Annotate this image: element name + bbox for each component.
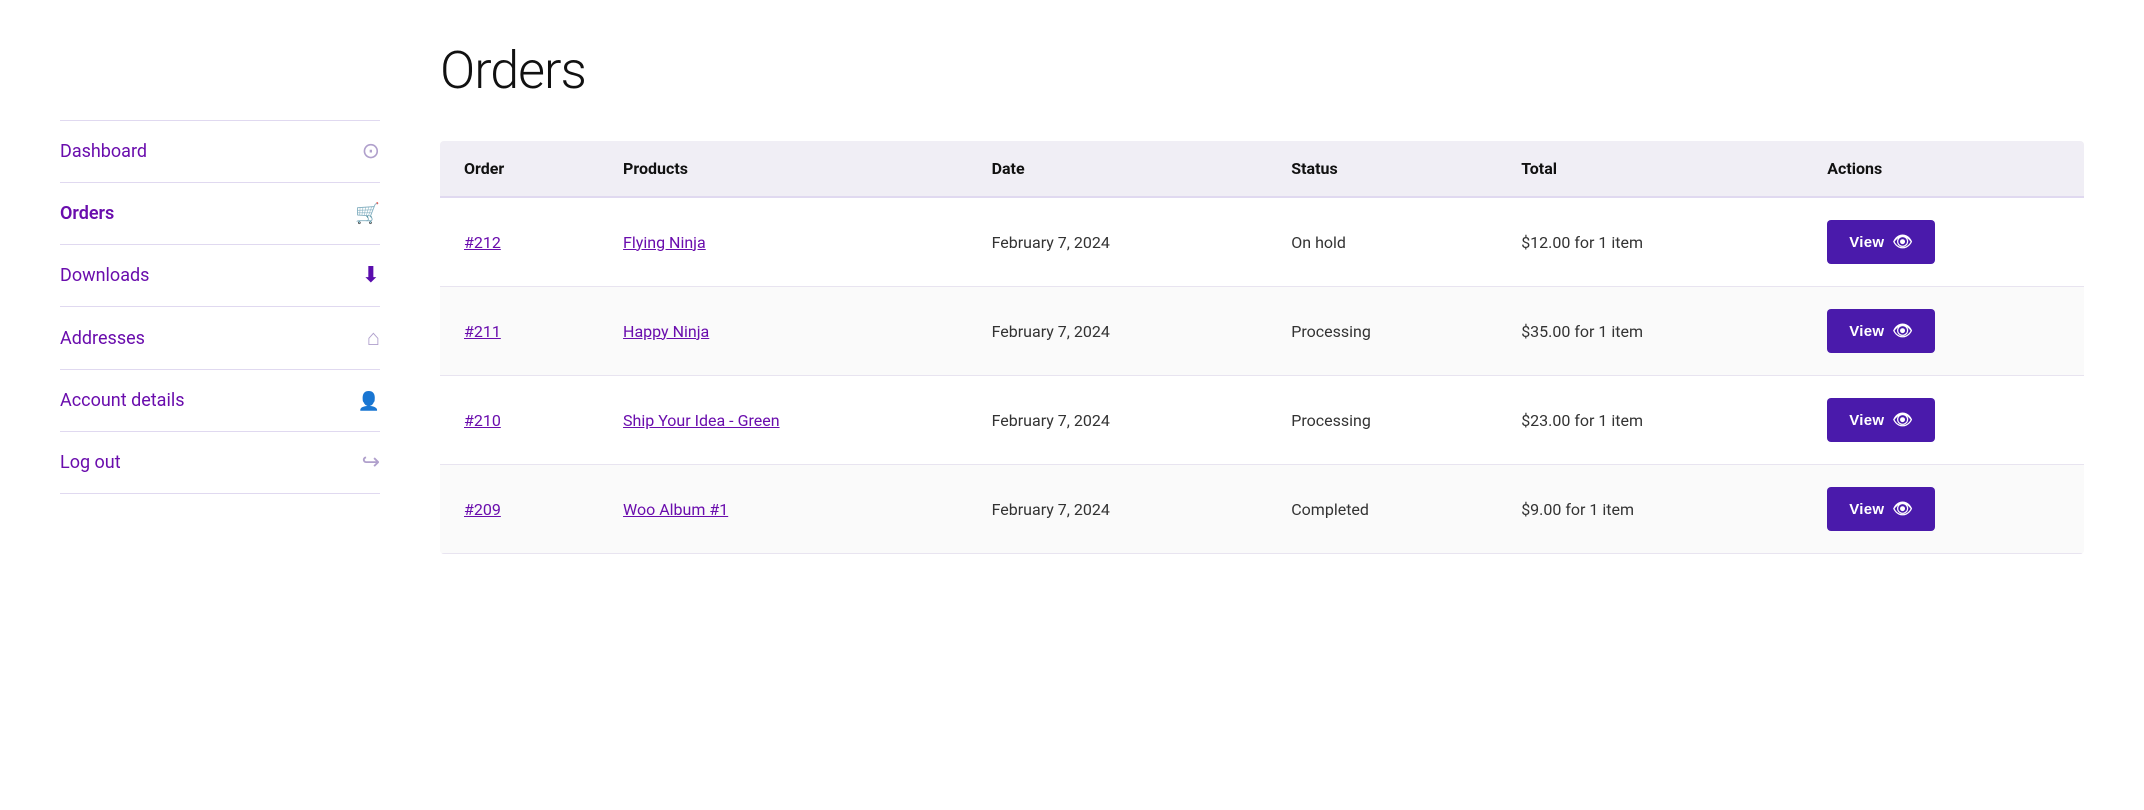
account-icon — [358, 388, 380, 413]
table-row: #211 Happy Ninja February 7, 2024 Proces… — [440, 287, 2084, 376]
logout-icon — [362, 450, 380, 475]
action-cell: View 👁 — [1803, 197, 2084, 287]
status-cell: Processing — [1267, 376, 1497, 465]
sidebar-item-logout[interactable]: Log out — [60, 432, 380, 494]
total-cell: $12.00 for 1 item — [1497, 197, 1803, 287]
sidebar: Dashboard Orders Downloads Addresses Acc… — [60, 40, 380, 554]
order-number-cell: #209 — [440, 465, 599, 554]
sidebar-item-dashboard[interactable]: Dashboard — [60, 120, 380, 183]
status-cell: Processing — [1267, 287, 1497, 376]
orders-table: Order Products Date Status Total Actions… — [440, 141, 2084, 554]
view-button[interactable]: View 👁 — [1827, 309, 1935, 353]
view-button[interactable]: View 👁 — [1827, 398, 1935, 442]
eye-icon: 👁 — [1892, 321, 1913, 341]
product-link[interactable]: Ship Your Idea - Green — [623, 411, 780, 430]
order-number-cell: #211 — [440, 287, 599, 376]
col-header-order: Order — [440, 141, 599, 197]
sidebar-item-label: Addresses — [60, 328, 145, 349]
action-cell: View 👁 — [1803, 287, 2084, 376]
col-header-date: Date — [968, 141, 1268, 197]
order-link[interactable]: #211 — [464, 322, 501, 341]
product-cell: Woo Album #1 — [599, 465, 968, 554]
col-header-actions: Actions — [1803, 141, 2084, 197]
product-cell: Happy Ninja — [599, 287, 968, 376]
action-cell: View 👁 — [1803, 376, 2084, 465]
sidebar-item-label: Log out — [60, 452, 121, 473]
eye-icon: 👁 — [1892, 499, 1913, 519]
date-cell: February 7, 2024 — [968, 376, 1268, 465]
downloads-icon — [362, 263, 380, 288]
table-header-row: Order Products Date Status Total Actions — [440, 141, 2084, 197]
view-button[interactable]: View 👁 — [1827, 220, 1935, 264]
sidebar-item-account-details[interactable]: Account details — [60, 370, 380, 432]
main-content: Orders Order Products Date Status Total … — [440, 40, 2084, 554]
order-link[interactable]: #210 — [464, 411, 501, 430]
total-cell: $35.00 for 1 item — [1497, 287, 1803, 376]
eye-icon: 👁 — [1892, 410, 1913, 430]
dashboard-icon — [362, 139, 380, 164]
status-cell: On hold — [1267, 197, 1497, 287]
addresses-icon — [367, 325, 380, 351]
total-cell: $9.00 for 1 item — [1497, 465, 1803, 554]
status-cell: Completed — [1267, 465, 1497, 554]
sidebar-item-addresses[interactable]: Addresses — [60, 307, 380, 370]
product-link[interactable]: Flying Ninja — [623, 233, 706, 252]
product-cell: Ship Your Idea - Green — [599, 376, 968, 465]
page-title: Orders — [440, 40, 2084, 101]
eye-icon: 👁 — [1892, 232, 1913, 252]
col-header-products: Products — [599, 141, 968, 197]
sidebar-item-downloads[interactable]: Downloads — [60, 245, 380, 307]
product-link[interactable]: Happy Ninja — [623, 322, 709, 341]
view-label: View — [1849, 412, 1884, 429]
order-number-cell: #210 — [440, 376, 599, 465]
view-label: View — [1849, 323, 1884, 340]
order-link[interactable]: #212 — [464, 233, 501, 252]
sidebar-item-label: Downloads — [60, 265, 149, 286]
sidebar-item-label: Dashboard — [60, 141, 147, 162]
sidebar-item-label: Orders — [60, 203, 114, 224]
date-cell: February 7, 2024 — [968, 197, 1268, 287]
view-label: View — [1849, 234, 1884, 251]
table-row: #209 Woo Album #1 February 7, 2024 Compl… — [440, 465, 2084, 554]
sidebar-item-orders[interactable]: Orders — [60, 183, 380, 245]
table-row: #212 Flying Ninja February 7, 2024 On ho… — [440, 197, 2084, 287]
view-button[interactable]: View 👁 — [1827, 487, 1935, 531]
view-label: View — [1849, 501, 1884, 518]
order-link[interactable]: #209 — [464, 500, 501, 519]
order-number-cell: #212 — [440, 197, 599, 287]
product-cell: Flying Ninja — [599, 197, 968, 287]
product-link[interactable]: Woo Album #1 — [623, 500, 728, 519]
orders-icon — [355, 201, 380, 226]
date-cell: February 7, 2024 — [968, 465, 1268, 554]
sidebar-item-label: Account details — [60, 390, 185, 411]
date-cell: February 7, 2024 — [968, 287, 1268, 376]
action-cell: View 👁 — [1803, 465, 2084, 554]
col-header-total: Total — [1497, 141, 1803, 197]
table-row: #210 Ship Your Idea - Green February 7, … — [440, 376, 2084, 465]
col-header-status: Status — [1267, 141, 1497, 197]
total-cell: $23.00 for 1 item — [1497, 376, 1803, 465]
